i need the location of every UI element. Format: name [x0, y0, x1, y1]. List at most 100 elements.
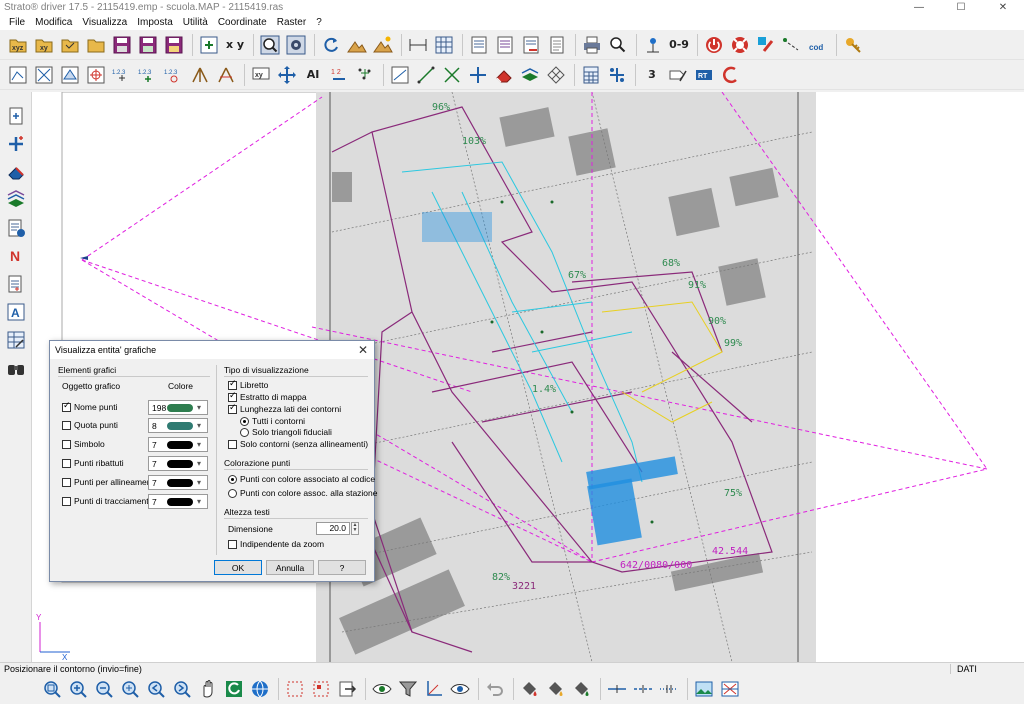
locate-point-icon[interactable]	[641, 33, 665, 57]
colore-codice-radio[interactable]	[228, 475, 237, 484]
line-cross-icon[interactable]	[440, 63, 464, 87]
solo-contorni-checkbox[interactable]	[228, 440, 237, 449]
simbolo-color-select[interactable]: 7 ▾	[148, 437, 208, 452]
text-icon[interactable]: AI	[301, 63, 325, 87]
open-folder-icon[interactable]	[58, 33, 82, 57]
select-window-icon[interactable]	[283, 677, 307, 701]
drawing-canvas[interactable]: 96% 103% 67% 68% 91% 90% 99% 82% 75% 1.4…	[32, 92, 1024, 662]
dimension-icon[interactable]	[406, 33, 430, 57]
zoom-window-icon[interactable]	[258, 33, 282, 57]
draw-area-icon[interactable]	[58, 63, 82, 87]
line-diagonal-icon[interactable]	[414, 63, 438, 87]
menu-raster[interactable]: Raster	[272, 17, 311, 28]
select-crossing-icon[interactable]	[309, 677, 333, 701]
fill-bucket-alt-icon[interactable]	[544, 677, 568, 701]
menu-imposta[interactable]: Imposta	[132, 17, 178, 28]
lunghezza-lati-checkbox[interactable]	[228, 403, 237, 414]
punti-ribattuti-checkbox[interactable]	[62, 459, 71, 468]
line-edit-icon[interactable]	[388, 63, 412, 87]
zoom-in-icon[interactable]	[66, 677, 90, 701]
number-range-icon[interactable]: 0-9	[667, 33, 691, 57]
numbering-add-icon[interactable]: 1.2.3	[136, 63, 160, 87]
numbering-icon[interactable]: 1.2.3	[110, 63, 134, 87]
menu-file[interactable]: File	[4, 17, 30, 28]
cancel-button[interactable]: Annulla	[266, 560, 314, 575]
grid-points-icon[interactable]	[605, 63, 629, 87]
refresh-icon[interactable]	[319, 33, 343, 57]
lifebuoy-help-icon[interactable]	[728, 33, 752, 57]
zoom-extents-icon[interactable]	[118, 677, 142, 701]
simbolo-checkbox[interactable]	[62, 440, 71, 449]
terrain-icon[interactable]	[345, 33, 369, 57]
punti-ribattuti-color-select[interactable]: 7 ▾	[148, 456, 208, 471]
document-info-icon[interactable]	[4, 216, 28, 240]
station-alt-icon[interactable]	[214, 63, 238, 87]
numbering-target-icon[interactable]: 1.2.3	[162, 63, 186, 87]
menu-utilita[interactable]: Utilità	[178, 17, 213, 28]
eraser-tool-icon[interactable]	[4, 160, 28, 184]
line-point-icon[interactable]	[605, 677, 629, 701]
key-icon[interactable]	[841, 33, 865, 57]
folder-icon[interactable]	[84, 33, 108, 57]
undo-icon[interactable]	[483, 677, 507, 701]
colore-stazione-radio[interactable]	[228, 489, 237, 498]
arc-icon[interactable]	[718, 63, 742, 87]
line-dot-icon[interactable]	[657, 677, 681, 701]
nome-punti-checkbox[interactable]	[62, 401, 71, 412]
menu-help[interactable]: ?	[311, 17, 327, 28]
solo-triangoli-radio[interactable]	[240, 428, 249, 437]
quota-punti-checkbox[interactable]	[62, 421, 71, 430]
print-preview-icon[interactable]	[606, 33, 630, 57]
print-icon[interactable]	[580, 33, 604, 57]
redraw-icon[interactable]	[222, 677, 246, 701]
add-document-icon[interactable]	[4, 272, 28, 296]
list-alt-icon[interactable]	[493, 33, 517, 57]
maximize-button[interactable]: ☐	[940, 0, 982, 14]
draw-crossing-icon[interactable]	[32, 63, 56, 87]
zoom-previous-icon[interactable]	[144, 677, 168, 701]
view-eye-alt-icon[interactable]	[448, 677, 472, 701]
fill-bucket-icon[interactable]	[518, 677, 542, 701]
target-point-icon[interactable]	[84, 63, 108, 87]
nome-punti-color-select[interactable]: 198 ▾	[148, 400, 208, 415]
menu-coordinate[interactable]: Coordinate	[213, 17, 272, 28]
dimension-input[interactable]: 20.0	[316, 522, 350, 535]
paint-color-icon[interactable]	[754, 33, 778, 57]
dimension-spinner[interactable]: ▲ ▼	[351, 522, 359, 535]
save-all-icon[interactable]	[162, 33, 186, 57]
draw-polyline-icon[interactable]	[6, 63, 30, 87]
open-xy-folder-icon[interactable]: xy	[32, 33, 56, 57]
list-icon[interactable]	[467, 33, 491, 57]
number-three-icon[interactable]: 3	[640, 63, 664, 87]
xy-icon[interactable]: x y	[223, 33, 247, 57]
export-list-icon[interactable]	[519, 33, 543, 57]
ok-button[interactable]: OK	[214, 560, 262, 575]
save-icon[interactable]	[110, 33, 134, 57]
xy-coords-icon[interactable]: xy	[249, 63, 273, 87]
punti-tracciamento-color-select[interactable]: 7 ▾	[148, 494, 208, 509]
notes-icon[interactable]	[545, 33, 569, 57]
menu-visualizza[interactable]: Visualizza	[77, 17, 132, 28]
north-arrow-icon[interactable]: N	[4, 244, 28, 268]
indipendente-zoom-checkbox[interactable]	[228, 540, 237, 549]
code-icon[interactable]: cod	[806, 33, 830, 57]
add-points-icon[interactable]	[197, 33, 221, 57]
axes-icon[interactable]	[422, 677, 446, 701]
estratto-mappa-checkbox[interactable]	[228, 391, 237, 402]
move-point-icon[interactable]	[466, 63, 490, 87]
settings-gear-icon[interactable]	[284, 33, 308, 57]
punti-allineamento-color-select[interactable]: 7 ▾	[148, 475, 208, 490]
power-off-icon[interactable]	[702, 33, 726, 57]
line-style-icon[interactable]	[780, 33, 804, 57]
dialog-close-button[interactable]: ✕	[358, 343, 368, 357]
sequence-icon[interactable]: 1 2	[327, 63, 351, 87]
line-dash-icon[interactable]	[631, 677, 655, 701]
view-eye-icon[interactable]	[370, 677, 394, 701]
save-as-icon[interactable]	[136, 33, 160, 57]
layers-tool-icon[interactable]	[4, 188, 28, 212]
zoom-window-icon[interactable]	[40, 677, 64, 701]
text-tool-icon[interactable]: A	[4, 300, 28, 324]
filter-icon[interactable]	[396, 677, 420, 701]
help-button[interactable]: ?	[318, 560, 366, 575]
map-layers-icon[interactable]	[718, 677, 742, 701]
